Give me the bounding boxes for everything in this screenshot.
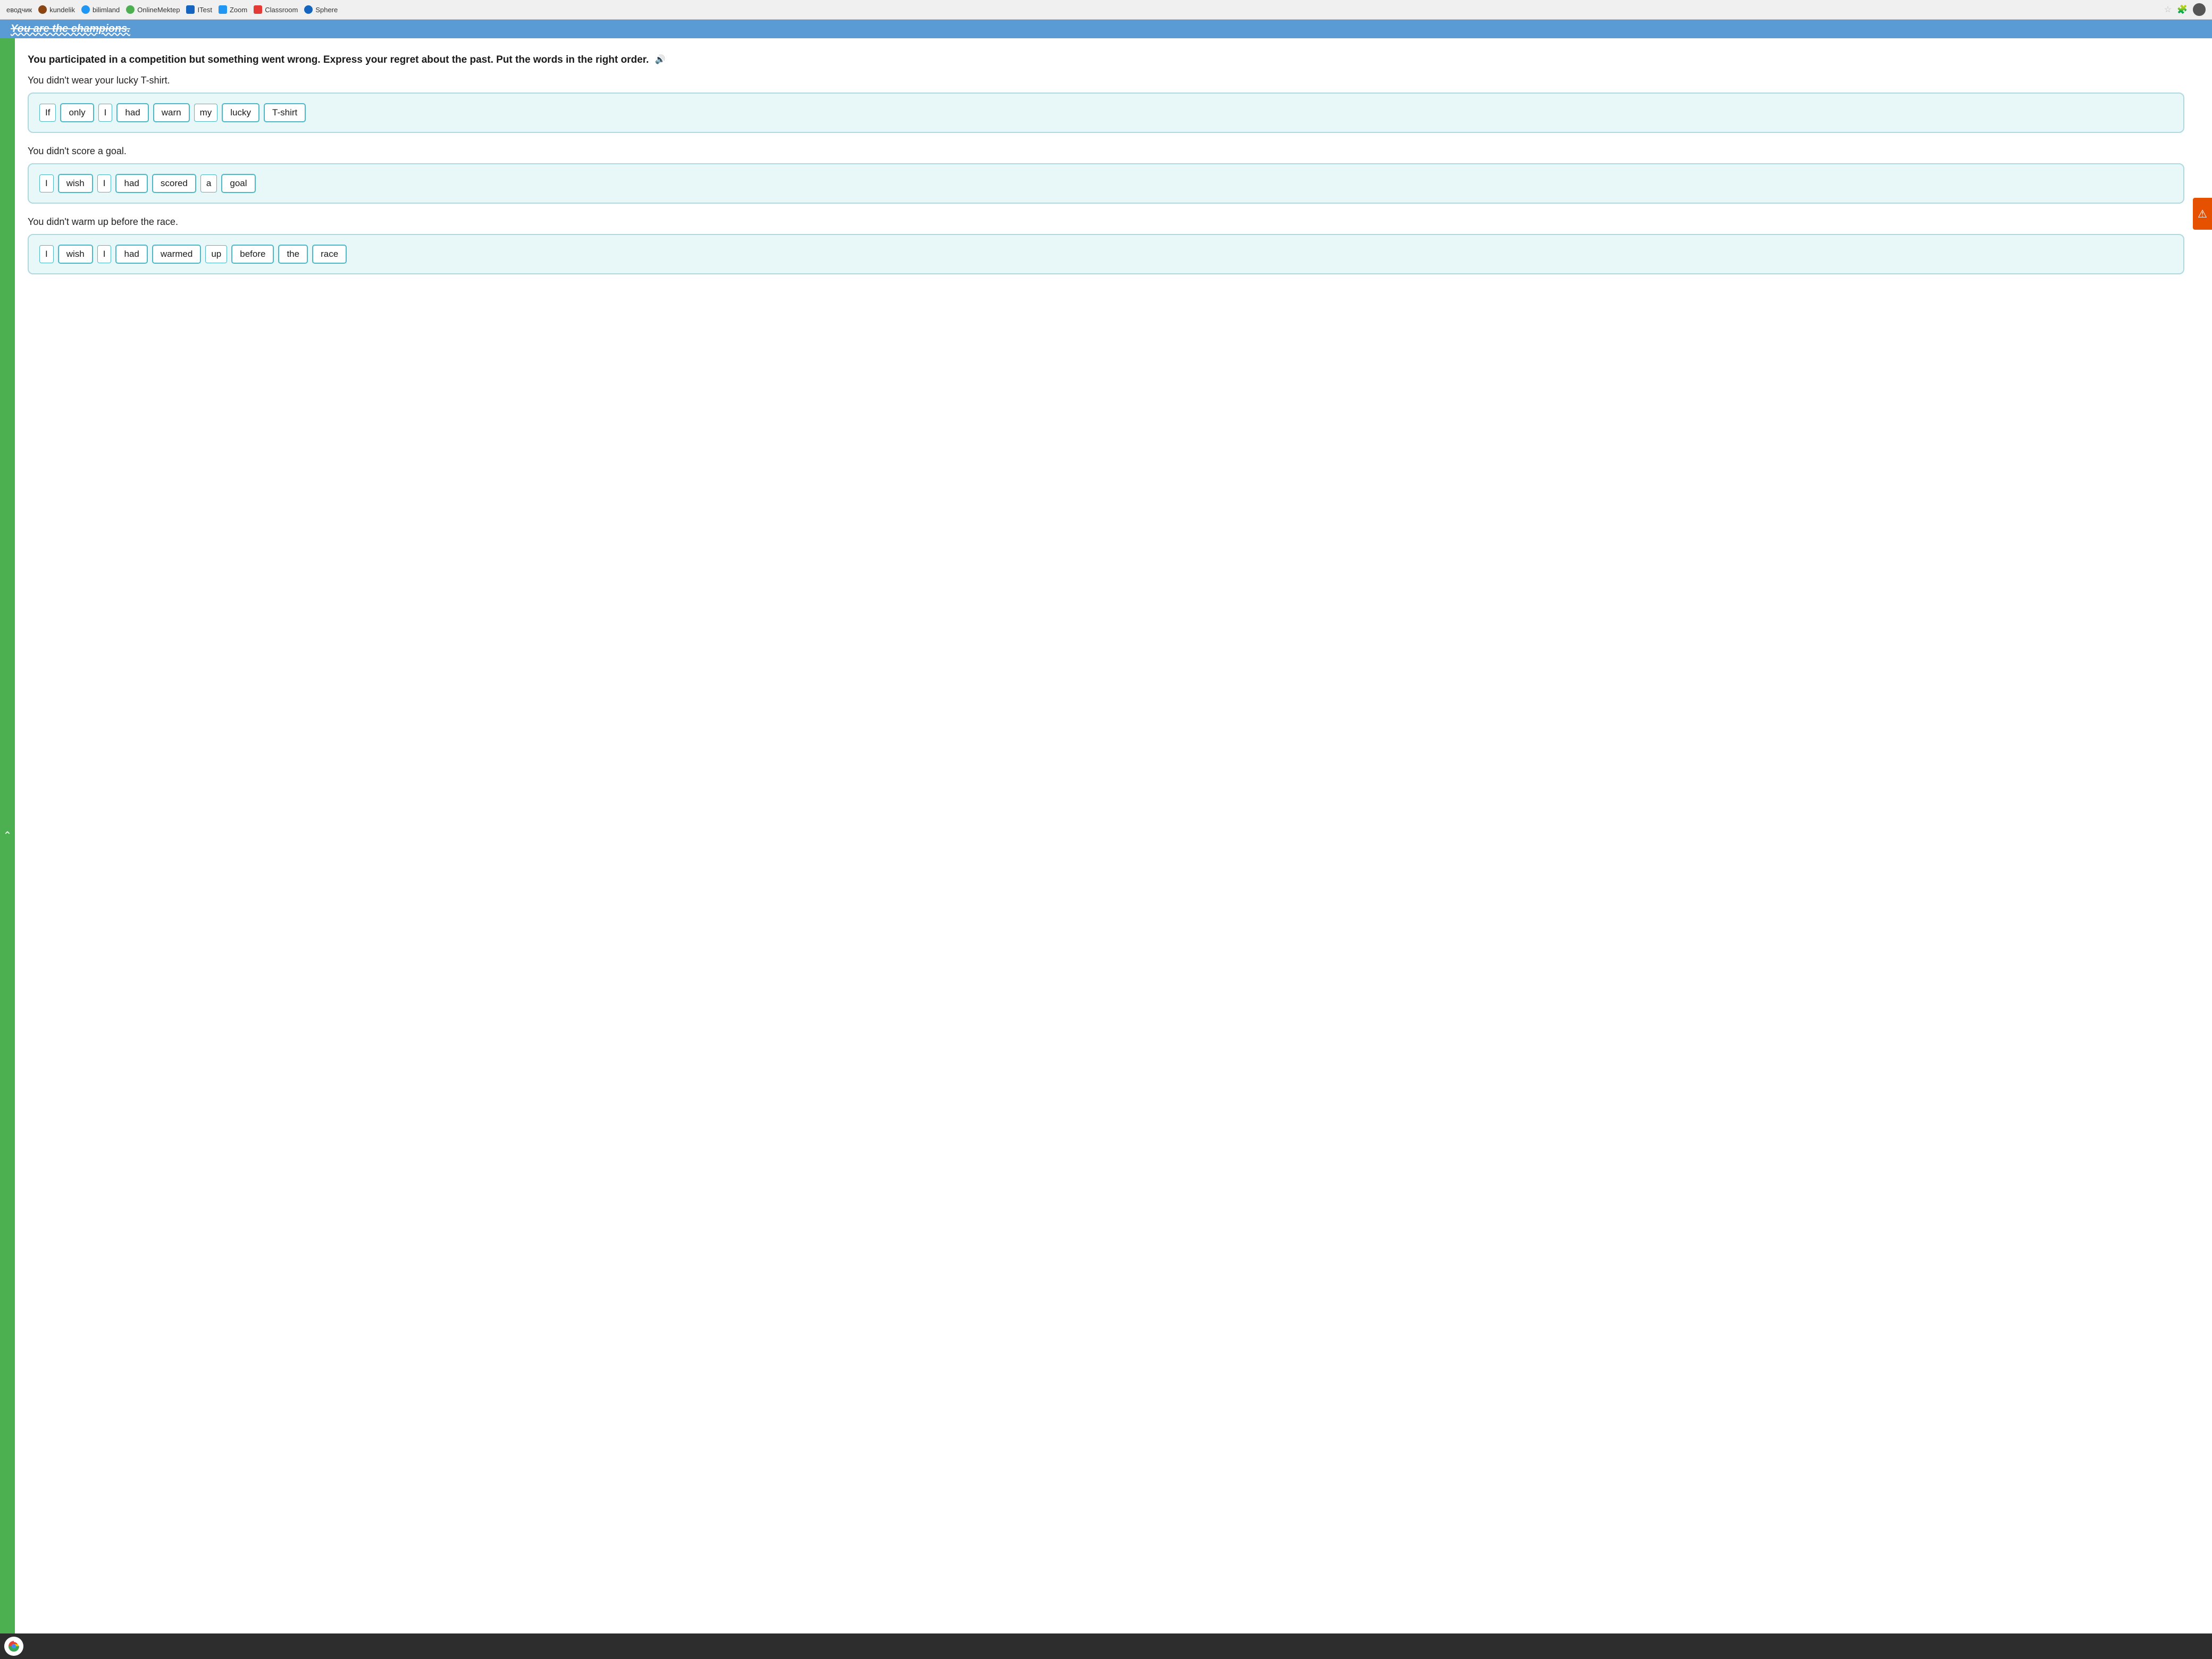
exercise-3-word-1[interactable]: wish — [58, 245, 93, 264]
tab-classroom[interactable]: Classroom — [254, 5, 298, 14]
exercise-3-word-area[interactable]: IwishIhad warmedupbeforetherace — [28, 234, 2184, 274]
header-partial-text: You are the champions. — [11, 23, 130, 35]
exercise-3-word-6[interactable]: before — [231, 245, 274, 264]
exercise-3-word-7[interactable]: the — [278, 245, 308, 264]
exercise-2-word-5[interactable]: a — [200, 174, 217, 192]
taskbar-chrome-icon[interactable] — [4, 1637, 23, 1656]
exercise-1-word-4[interactable]: warn — [153, 103, 190, 122]
exercise-1-word-area[interactable]: IfonlyIhadwarnmylucky T-shirt — [28, 93, 2184, 133]
chevron-up-icon: ⌃ — [3, 831, 12, 841]
exercise-1-word-0[interactable]: If — [39, 104, 56, 122]
tab-bilimland[interactable]: bilimland — [81, 5, 120, 14]
warning-notification[interactable]: ⚠ — [2193, 198, 2212, 230]
exercise-3-word-5[interactable]: up — [205, 245, 227, 263]
taskbar — [0, 1633, 2212, 1659]
exercise-1-word-5[interactable]: my — [194, 104, 218, 122]
exercise-2-word-0[interactable]: I — [39, 174, 54, 192]
tab-evodchik[interactable]: еводчик — [6, 6, 32, 14]
itest-icon — [186, 5, 195, 14]
content-area: ⌃ ⚠ You participated in a competition bu… — [0, 38, 2212, 1633]
extension-icon[interactable]: 🧩 — [2177, 4, 2188, 15]
exercise-1: You didn't wear your lucky T-shirt. Ifon… — [28, 75, 2184, 133]
page-header-strip: You are the champions. — [0, 20, 2212, 38]
exercise-2-word-1[interactable]: wish — [58, 174, 93, 193]
star-icon[interactable]: ☆ — [2164, 4, 2172, 15]
exercise-1-word-6[interactable]: lucky — [222, 103, 259, 122]
exercise-1-prompt: You didn't wear your lucky T-shirt. — [28, 75, 2184, 86]
exercise-2: You didn't score a goal. IwishIhad scored… — [28, 146, 2184, 204]
tab-kundelik[interactable]: kundelik — [38, 5, 75, 14]
tab-online[interactable]: OnlineMektep — [126, 5, 180, 14]
exercise-3-word-8[interactable]: race — [312, 245, 347, 264]
warning-icon: ⚠ — [2198, 207, 2207, 221]
sphere-icon — [304, 5, 313, 14]
audio-icon[interactable]: 🔊 — [655, 54, 666, 66]
tab-itest[interactable]: ITest — [186, 5, 212, 14]
exercise-3-word-0[interactable]: I — [39, 245, 54, 263]
left-sidebar: ⌃ — [0, 38, 15, 1633]
classroom-icon — [254, 5, 262, 14]
onlinemektep-icon — [126, 5, 135, 14]
exercise-1-word-7[interactable]: T-shirt — [264, 103, 306, 122]
exercise-3-word-2[interactable]: I — [97, 245, 112, 263]
exercise-3: You didn't warm up before the race. Iwis… — [28, 216, 2184, 274]
exercise-2-word-2[interactable]: I — [97, 174, 112, 192]
kundelik-icon — [38, 5, 47, 14]
exercise-3-prompt: You didn't warm up before the race. — [28, 216, 2184, 228]
inner-content: You participated in a competition but so… — [28, 53, 2195, 274]
exercise-1-word-1[interactable]: only — [60, 103, 94, 122]
exercise-2-word-area[interactable]: IwishIhad scoredagoal — [28, 163, 2184, 204]
zoom-icon — [219, 5, 227, 14]
user-avatar[interactable] — [2193, 3, 2206, 16]
main-content: You are the champions. ⌃ ⚠ You participa… — [0, 20, 2212, 1633]
exercise-2-word-6[interactable]: goal — [221, 174, 255, 193]
exercise-2-word-3[interactable]: had — [115, 174, 147, 193]
exercise-1-word-2[interactable]: I — [98, 104, 113, 122]
tab-zoom[interactable]: Zoom — [219, 5, 247, 14]
instructions-text: You participated in a competition but so… — [28, 53, 2184, 68]
exercise-2-prompt: You didn't score a goal. — [28, 146, 2184, 157]
tab-sphere[interactable]: Sphere — [304, 5, 338, 14]
browser-bar: еводчик kundelik bilimland OnlineMektep … — [0, 0, 2212, 20]
bilimland-icon — [81, 5, 90, 14]
exercise-3-word-3[interactable]: had — [115, 245, 147, 264]
exercise-1-word-3[interactable]: had — [116, 103, 148, 122]
exercise-3-word-4[interactable]: warmed — [152, 245, 201, 264]
exercise-2-word-4[interactable]: scored — [152, 174, 196, 193]
